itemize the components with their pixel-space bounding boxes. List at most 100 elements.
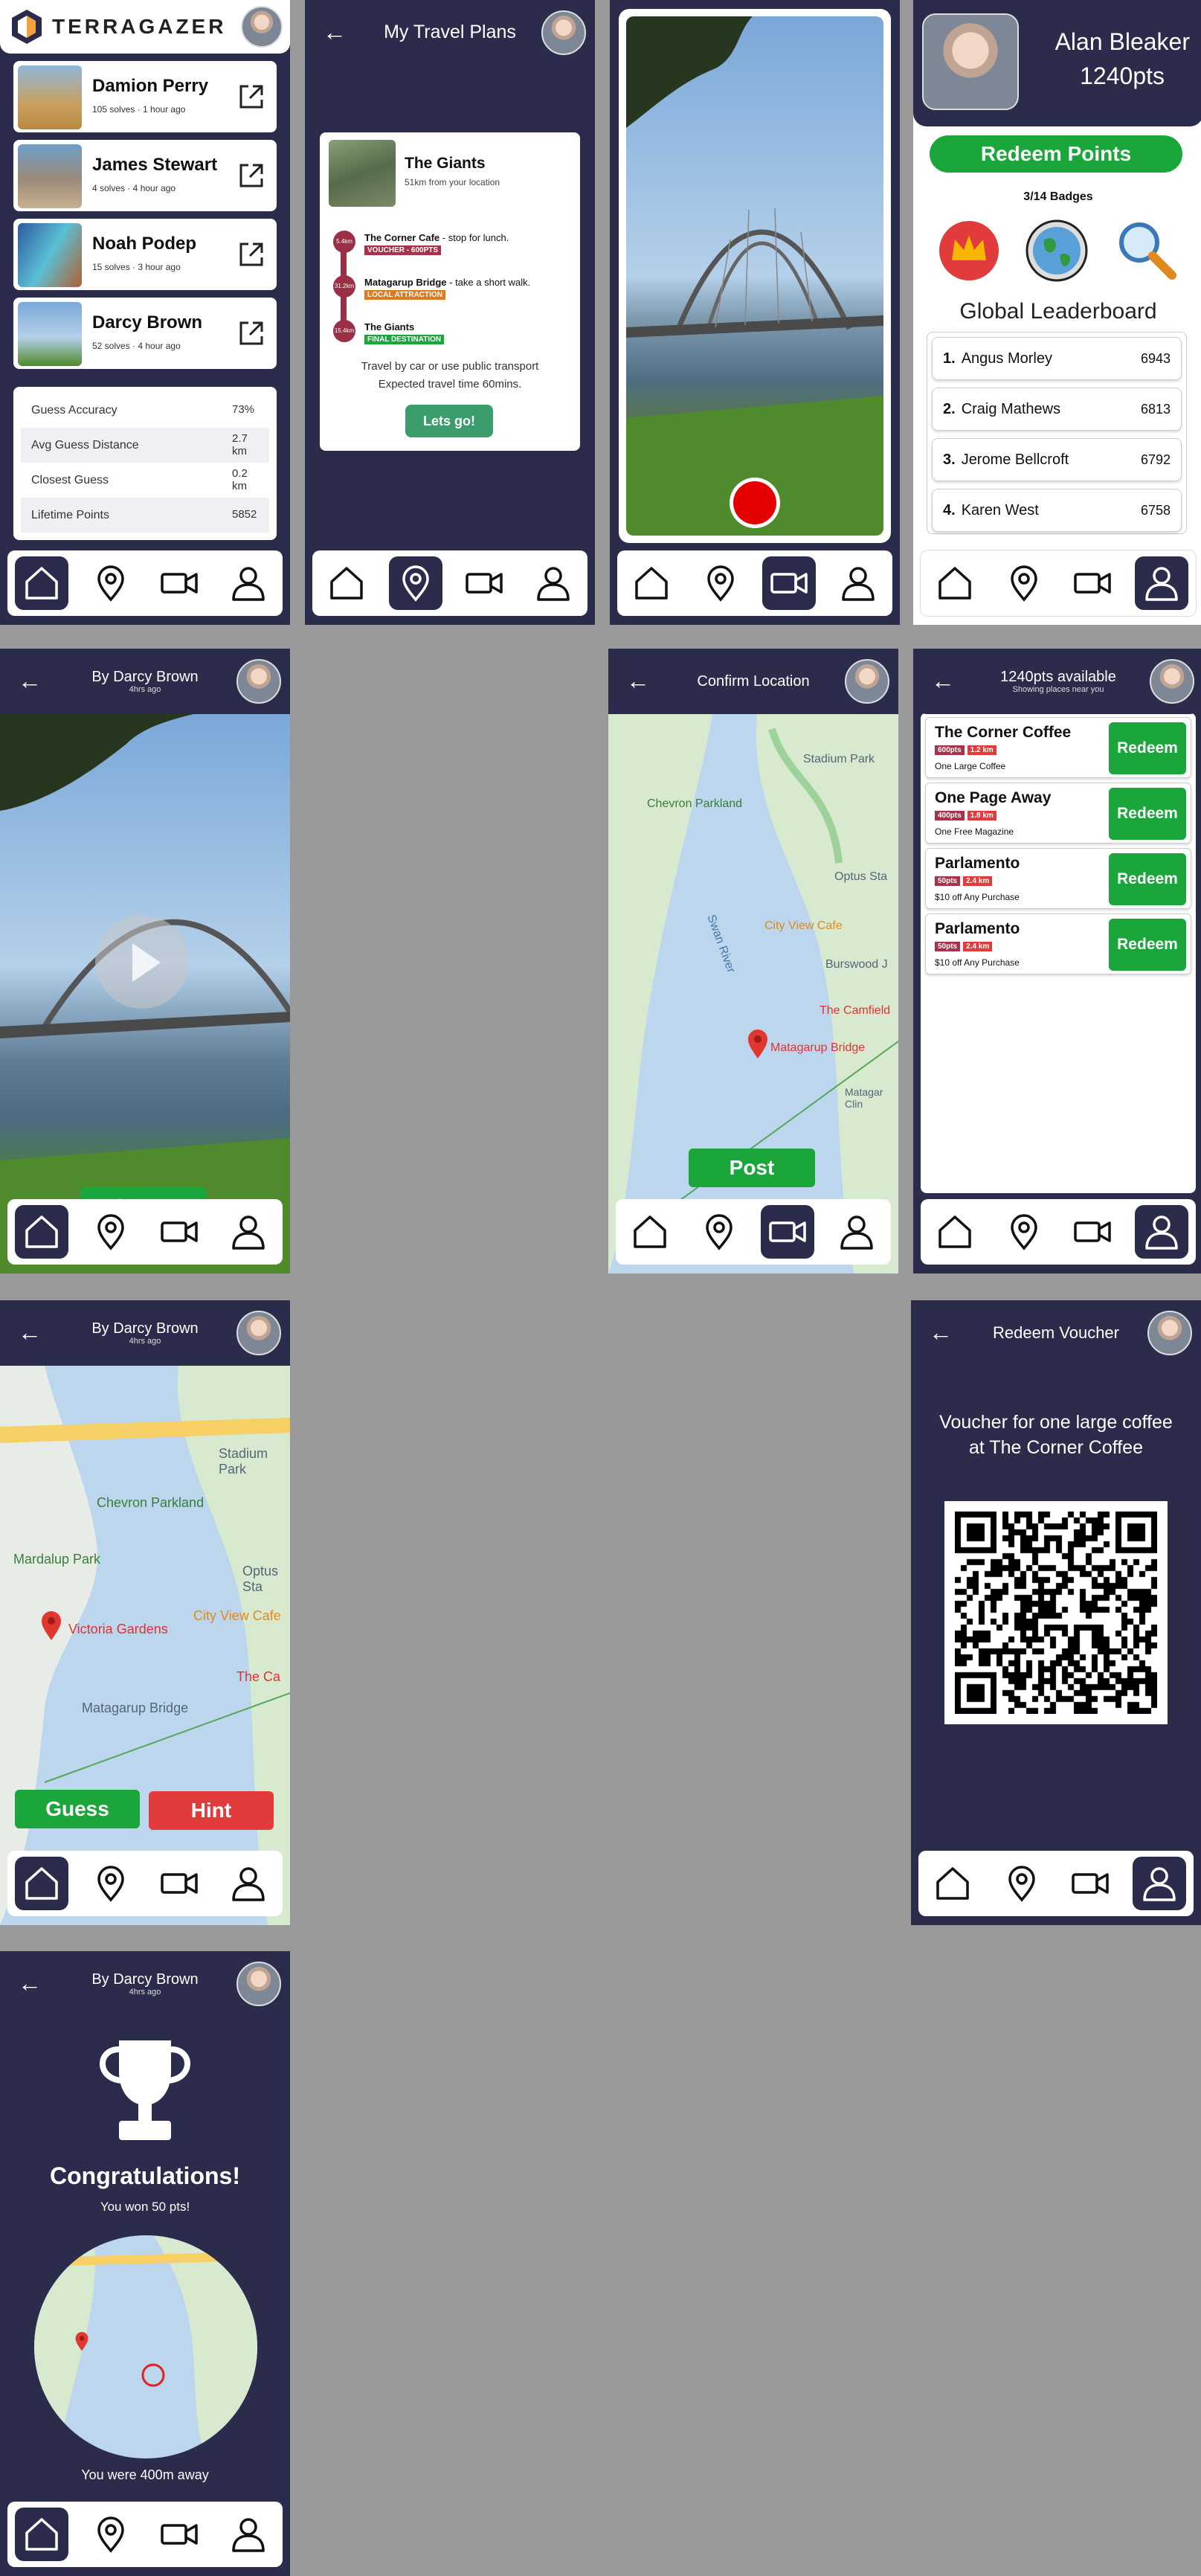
nav-video-button[interactable] [152,1857,206,1910]
player-score: 6792 [1140,452,1171,467]
location-pin-icon [91,564,130,603]
nav-home-button[interactable] [928,1205,982,1259]
leaderboard-row[interactable]: 4. Karen West 6758 [932,489,1182,532]
back-arrow-icon[interactable]: ← [16,1320,43,1346]
stat-row: Guess Accuracy 73% [21,393,269,428]
nav-home-button[interactable] [625,556,678,610]
rewards-screen: ← 1240pts available Showing places near y… [913,649,1201,1273]
nav-video-button[interactable] [152,2508,206,2561]
nav-video-button[interactable] [457,556,511,610]
nav-video-button[interactable] [152,1205,206,1259]
feed-post[interactable]: Noah Podep 15 solves · 3 hour ago [13,219,277,290]
nav-location-button[interactable] [997,1205,1051,1259]
nav-home-button[interactable] [15,1857,69,1910]
user-avatar[interactable] [236,1311,281,1355]
nav-location-button[interactable] [694,556,747,610]
bottom-nav [921,1199,1196,1265]
nav-home-button[interactable] [15,1205,69,1259]
nav-home-button[interactable] [623,1205,677,1259]
redeem-button[interactable]: Redeem [1109,919,1186,971]
map-label-matagarup: Matagarup Bridge [770,1041,866,1054]
map-view[interactable]: Stadium Park Chevron Parkland Mardalup P… [0,1366,290,1925]
post-button[interactable]: Post [689,1149,815,1187]
nav-profile-button[interactable] [1134,1205,1188,1259]
leaderboard-row[interactable]: 3. Jerome Bellcroft 6792 [932,438,1182,481]
hint-button[interactable]: Hint [149,1791,274,1830]
nav-location-button[interactable] [388,556,442,610]
back-arrow-icon[interactable]: ← [930,668,956,695]
video-player[interactable]: Guess [0,714,290,1273]
nav-profile-button[interactable] [222,556,275,610]
nav-location-button[interactable] [84,2508,138,2561]
reward-name: Parlamento [935,855,1020,872]
nav-location-button[interactable] [995,1857,1049,1910]
redeem-button[interactable]: Redeem [1109,722,1186,774]
open-external-icon[interactable] [236,161,266,190]
points-won: You won 50 pts! [100,2200,190,2214]
stat-row: Lifetime Points 5852 [21,498,269,533]
user-avatar[interactable] [1150,659,1194,704]
nav-home-button[interactable] [15,556,69,610]
back-arrow-icon[interactable]: ← [16,1970,43,1997]
back-arrow-icon[interactable]: ← [321,19,348,46]
nav-home-button[interactable] [15,2508,69,2561]
nav-video-button[interactable] [1063,1857,1117,1910]
location-pin-icon [700,1212,738,1251]
nav-profile-button[interactable] [222,1857,275,1910]
user-avatar[interactable] [241,6,283,48]
nav-home-button[interactable] [320,556,373,610]
open-external-icon[interactable] [236,318,266,348]
open-external-icon[interactable] [236,240,266,269]
feed-post[interactable]: James Stewart 4 solves · 4 hour ago [13,140,277,211]
guess-button[interactable]: Guess [15,1790,140,1828]
redeem-points-button[interactable]: Redeem Points [930,135,1182,173]
leaderboard-row[interactable]: 1. Angus Morley 6943 [932,337,1182,380]
voucher-text-2: at The Corner Coffee [969,1437,1143,1458]
nav-video-button[interactable] [1066,556,1119,610]
guess-map-screen: ← By Darcy Brown 4hrs ago Stadium Park Ch… [0,1300,290,1925]
stats-panel: Guess Accuracy 73% Avg Guess Distance 2.7 k… [13,387,277,540]
record-button[interactable] [730,478,780,528]
back-arrow-icon[interactable]: ← [16,668,43,695]
video-camera-icon [1073,564,1112,603]
nav-profile-button[interactable] [830,1205,883,1259]
user-avatar[interactable] [541,10,586,55]
nav-location-button[interactable] [84,1857,138,1910]
reward-item: One Page Away 400pts 1.8 km One Free Magazi… [925,783,1191,844]
nav-location-button[interactable] [692,1205,746,1259]
nav-location-button[interactable] [997,556,1051,610]
user-avatar[interactable] [1147,1311,1192,1355]
back-arrow-icon[interactable]: ← [625,668,651,695]
nav-profile-button[interactable] [831,556,885,610]
nav-profile-button[interactable] [222,1205,275,1259]
user-avatar[interactable] [845,659,889,704]
nav-profile-button[interactable] [527,556,580,610]
play-button[interactable] [95,915,189,1009]
profile-avatar[interactable] [922,13,1019,110]
nav-home-button[interactable] [928,556,982,610]
feed-post[interactable]: Darcy Brown 52 solves · 4 hour ago [13,298,277,369]
nav-location-button[interactable] [84,556,138,610]
nav-profile-button[interactable] [1132,1857,1186,1910]
video-camera-icon [160,1212,199,1251]
redeem-button[interactable]: Redeem [1109,788,1186,840]
map-view[interactable]: Stadium Park Chevron Parkland Optus Sta … [608,714,898,1273]
redeem-button[interactable]: Redeem [1109,853,1186,905]
nav-location-button[interactable] [84,1205,138,1259]
nav-home-button[interactable] [926,1857,979,1910]
user-avatar[interactable] [236,1962,281,2006]
nav-profile-button[interactable] [1134,556,1188,610]
back-arrow-icon[interactable]: ← [927,1320,954,1346]
open-external-icon[interactable] [236,82,266,112]
leaderboard-row[interactable]: 2. Craig Mathews 6813 [932,388,1182,431]
nav-video-button[interactable] [761,1205,815,1259]
post-meta: 52 solves · 4 hour ago [92,341,181,351]
nav-video-button[interactable] [152,556,206,610]
nav-video-button[interactable] [1066,1205,1119,1259]
user-avatar[interactable] [236,659,281,704]
profile-name: Alan Bleaker [1055,28,1190,55]
feed-post[interactable]: Damion Perry 105 solves · 1 hour ago [13,61,277,132]
nav-profile-button[interactable] [222,2508,275,2561]
nav-video-button[interactable] [762,556,817,610]
lets-go-button[interactable]: Lets go! [405,405,493,437]
